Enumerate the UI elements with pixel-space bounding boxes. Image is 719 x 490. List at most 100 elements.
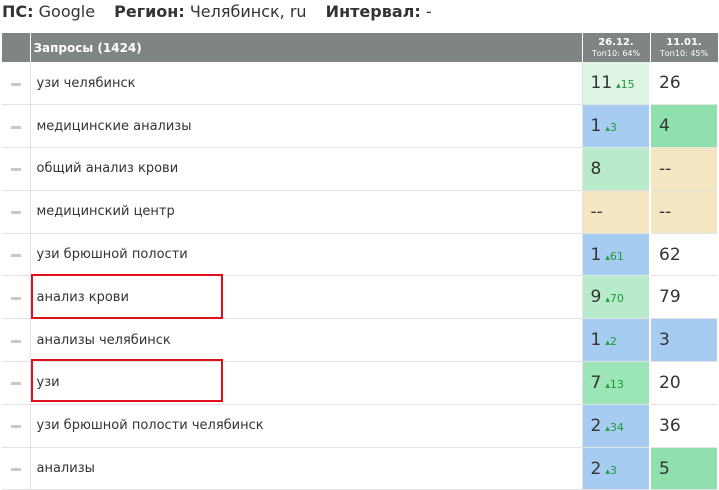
table-row: общий анализ крови 8 --: [2, 147, 719, 191]
row-collapse-toggle[interactable]: [2, 318, 31, 363]
row-collapse-toggle[interactable]: [2, 62, 31, 106]
top10-label: Топ10: 64%: [591, 48, 641, 58]
queries-header[interactable]: Запросы (1424): [30, 33, 583, 62]
minus-icon: [10, 382, 21, 386]
date-column-header[interactable]: 11.01. Топ10: 45%: [650, 33, 719, 62]
position-value: --: [659, 158, 672, 179]
query-cell[interactable]: анализы: [30, 447, 583, 490]
position-cell: 3: [650, 318, 719, 363]
row-collapse-toggle[interactable]: [2, 233, 31, 277]
position-change: ▴3: [605, 464, 617, 477]
query-cell[interactable]: анализы челябинск: [30, 318, 583, 363]
table-row: узи брюшной полости 1 ▴61 62: [2, 233, 719, 277]
row-collapse-toggle[interactable]: [2, 275, 31, 320]
row-collapse-toggle[interactable]: [2, 404, 31, 448]
position-cell: 36: [650, 404, 719, 448]
position-change: ▴2: [605, 335, 617, 348]
table-row: анализы 2 ▴3 5: [2, 447, 719, 490]
position-value: 8: [590, 158, 602, 179]
change-value: 15: [620, 78, 635, 92]
row-collapse-toggle[interactable]: [2, 361, 31, 405]
minus-icon: [10, 468, 21, 472]
position-value: 5: [659, 458, 670, 479]
position-value: 3: [659, 330, 670, 351]
position-cell: 1 ▴2: [582, 318, 651, 363]
position-cell: 5: [650, 447, 719, 490]
position-cell: 7 ▴13: [582, 361, 651, 405]
position-value: --: [659, 201, 672, 222]
position-value: 4: [659, 116, 670, 137]
position-change: ▴61: [605, 250, 624, 263]
table-row: медицинские анализы 1 ▴3 4: [2, 104, 719, 149]
date-column-header[interactable]: 26.12. Топ10: 64%: [582, 33, 651, 62]
minus-icon: [10, 82, 21, 86]
query-cell[interactable]: медицинский центр: [30, 190, 583, 234]
table-header-row: Запросы (1424) 26.12. Топ10: 64% 11.01. …: [2, 33, 719, 62]
region-label: Регион:: [114, 2, 185, 21]
position-cell: 1 ▴61: [582, 233, 651, 277]
position-cell: 4: [650, 104, 719, 149]
position-value: 1: [590, 116, 602, 137]
position-cell: 1 ▴3: [582, 104, 651, 149]
query-cell[interactable]: общий анализ крови: [30, 147, 583, 191]
highlight-box: [31, 359, 223, 402]
interval-label: Интервал:: [325, 2, 421, 21]
position-value: 7: [590, 372, 602, 393]
table-row: медицинский центр -- --: [2, 190, 719, 234]
position-change: ▴3: [605, 121, 617, 134]
minus-icon: [10, 339, 21, 343]
query-cell[interactable]: узи челябинск: [30, 62, 583, 106]
position-cell: 62: [650, 233, 719, 277]
ps-label: ПС:: [2, 2, 34, 21]
minus-icon: [10, 254, 21, 258]
minus-icon: [10, 168, 21, 172]
region-value: Челябинск, ru: [189, 2, 307, 21]
position-change: ▴15: [616, 78, 635, 91]
position-cell: 20: [650, 361, 719, 405]
position-value: --: [590, 201, 603, 222]
minus-icon: [10, 211, 21, 215]
table-row: анализы челябинск 1 ▴2 3: [2, 318, 719, 363]
position-cell: --: [650, 190, 719, 234]
position-change: ▴34: [605, 421, 624, 434]
position-change: ▴13: [605, 378, 624, 391]
position-cell: --: [582, 190, 651, 234]
query-cell[interactable]: узи брюшной полости: [30, 233, 583, 277]
position-value: 1: [590, 244, 602, 265]
query-cell[interactable]: медицинские анализы: [30, 104, 583, 149]
position-cell: 11 ▴15: [582, 62, 651, 106]
position-cell: --: [650, 147, 719, 191]
change-value: 3: [609, 121, 617, 135]
position-value: 2: [590, 458, 602, 479]
position-value: 20: [659, 372, 681, 393]
position-cell: 26: [650, 62, 719, 106]
position-value: 26: [659, 73, 681, 94]
query-cell[interactable]: узи брюшной полости челябинск: [30, 404, 583, 448]
highlight-box: [31, 274, 223, 319]
change-value: 2: [609, 335, 617, 349]
row-collapse-toggle[interactable]: [2, 147, 31, 191]
row-collapse-toggle[interactable]: [2, 447, 31, 490]
position-value: 79: [659, 287, 681, 308]
position-value: 36: [659, 415, 681, 436]
change-value: 61: [609, 249, 624, 263]
change-value: 3: [609, 463, 617, 477]
table-row: узи челябинск 11 ▴15 26: [2, 62, 719, 106]
position-cell: 8: [582, 147, 651, 191]
filter-bar: ПС: Google Регион: Челябинск, ru Интерва…: [2, 0, 432, 28]
change-value: 13: [609, 377, 624, 391]
table-row: узи брюшной полости челябинск 2 ▴34 36: [2, 404, 719, 448]
position-value: 2: [590, 415, 602, 436]
row-collapse-toggle[interactable]: [2, 104, 31, 149]
date-label: 11.01.: [666, 36, 702, 48]
position-value: 11: [590, 73, 613, 94]
positions-table: Запросы (1424) 26.12. Топ10: 64% 11.01. …: [2, 33, 719, 490]
position-value: 1: [590, 330, 602, 351]
change-value: 70: [609, 292, 624, 306]
interval-value: -: [425, 2, 432, 21]
minus-icon: [10, 425, 21, 429]
header-blank: [2, 33, 31, 62]
date-label: 26.12.: [598, 36, 634, 48]
row-collapse-toggle[interactable]: [2, 190, 31, 234]
ps-value: Google: [38, 2, 96, 21]
